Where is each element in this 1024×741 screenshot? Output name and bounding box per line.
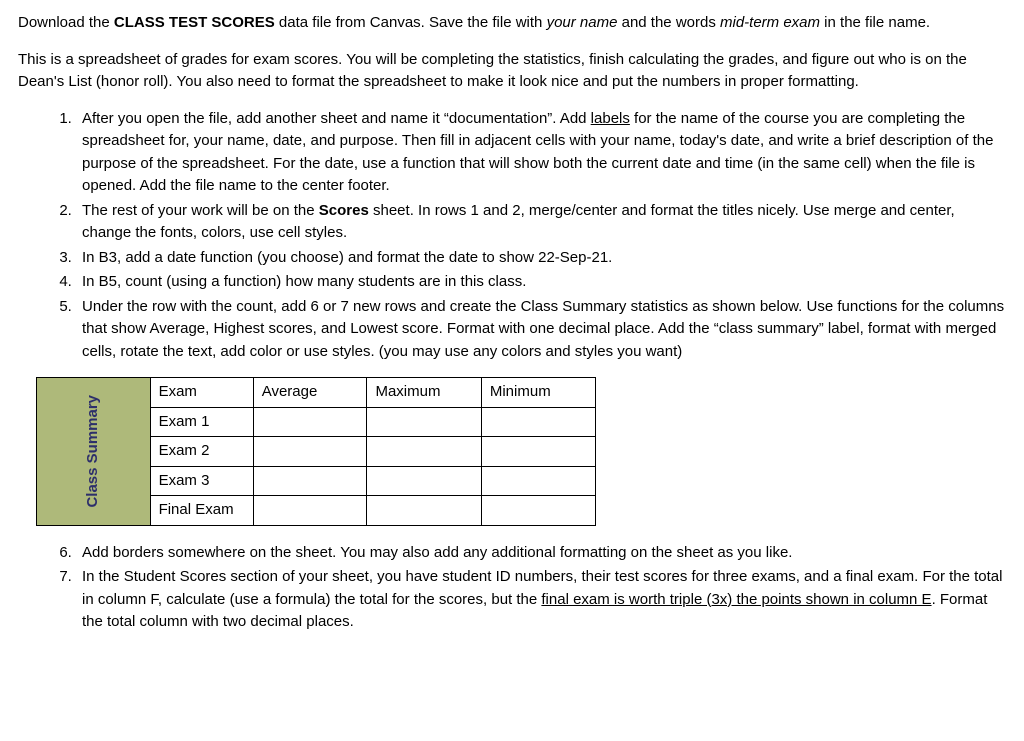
table-cell: Final Exam — [150, 496, 253, 526]
table-header-cell: Average — [253, 378, 367, 408]
text: in the file name. — [820, 14, 930, 31]
table-cell: Exam 3 — [150, 466, 253, 496]
list-item: Add borders somewhere on the sheet. You … — [76, 542, 1006, 565]
bold-text: Scores — [319, 202, 369, 219]
table-cell — [481, 466, 595, 496]
list-item: In the Student Scores section of your sh… — [76, 566, 1006, 634]
instructions-list-a: After you open the file, add another she… — [18, 108, 1006, 364]
intro-paragraph-1: Download the CLASS TEST SCORES data file… — [18, 12, 1006, 35]
table-cell: Exam 2 — [150, 437, 253, 467]
list-item: In B5, count (using a function) how many… — [76, 271, 1006, 294]
table-cell: Exam 1 — [150, 407, 253, 437]
class-summary-table-wrap: Class Summary Exam Average Maximum Minim… — [36, 377, 1006, 526]
text: Download the — [18, 14, 114, 31]
bold-text: CLASS TEST SCORES — [114, 14, 275, 31]
text: After you open the file, add another she… — [82, 110, 591, 127]
table-header-cell: Exam — [150, 378, 253, 408]
text: data file from Canvas. Save the file wit… — [275, 14, 547, 31]
instructions-list-b: Add borders somewhere on the sheet. You … — [18, 542, 1006, 634]
table-header-cell: Maximum — [367, 378, 481, 408]
underline-text: labels — [591, 110, 630, 127]
italic-text: your name — [547, 14, 618, 31]
rotated-label-cell: Class Summary — [37, 378, 151, 526]
text: The rest of your work will be on the — [82, 202, 319, 219]
intro-paragraph-2: This is a spreadsheet of grades for exam… — [18, 49, 1006, 94]
table-cell — [481, 496, 595, 526]
table-cell — [481, 407, 595, 437]
rotated-label: Class Summary — [82, 395, 105, 508]
class-summary-table: Class Summary Exam Average Maximum Minim… — [36, 377, 596, 526]
list-item: The rest of your work will be on the Sco… — [76, 200, 1006, 245]
table-cell — [253, 496, 367, 526]
underline-text: final exam is worth triple (3x) the poin… — [541, 591, 931, 608]
table-cell — [367, 466, 481, 496]
table-cell — [253, 466, 367, 496]
table-header-cell: Minimum — [481, 378, 595, 408]
table-cell — [253, 437, 367, 467]
italic-text: mid-term exam — [720, 14, 820, 31]
table-cell — [367, 407, 481, 437]
text: and the words — [617, 14, 720, 31]
table-cell — [253, 407, 367, 437]
table-cell — [481, 437, 595, 467]
list-item: Under the row with the count, add 6 or 7… — [76, 296, 1006, 364]
list-item: After you open the file, add another she… — [76, 108, 1006, 198]
table-cell — [367, 496, 481, 526]
list-item: In B3, add a date function (you choose) … — [76, 247, 1006, 270]
table-cell — [367, 437, 481, 467]
